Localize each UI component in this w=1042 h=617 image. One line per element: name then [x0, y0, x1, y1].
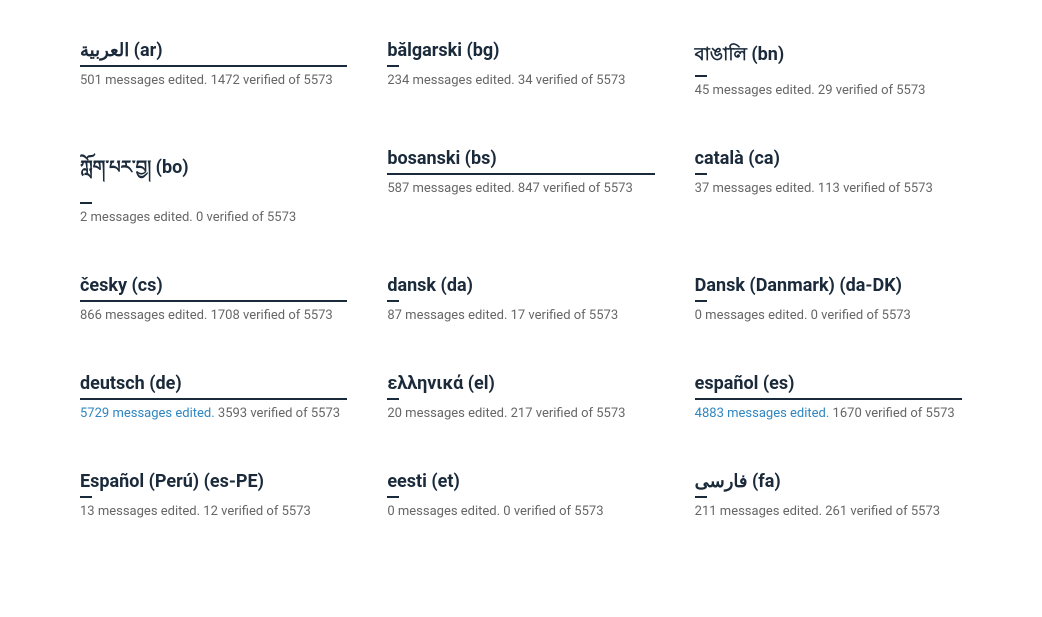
language-divider	[695, 496, 707, 498]
language-name: bălgarski (bg)	[387, 40, 654, 61]
language-item[interactable]: bosanski (bs) 587 messages edited. 847 ve…	[367, 128, 674, 255]
language-name: deutsch (de)	[80, 373, 347, 394]
language-stats: 20 messages edited. 217 verified of 5573	[387, 406, 654, 421]
language-item[interactable]: dansk (da) 87 messages edited. 17 verifie…	[367, 255, 674, 353]
language-item[interactable]: العربية (ar) 501 messages edited. 1472 ve…	[60, 20, 367, 128]
language-name: ελληνικά (el)	[387, 373, 654, 394]
language-stats: 2 messages edited. 0 verified of 5573	[80, 210, 347, 225]
language-item[interactable]: català (ca) 37 messages edited. 113 verif…	[675, 128, 982, 255]
language-divider	[387, 300, 399, 302]
language-name: català (ca)	[695, 148, 962, 169]
language-stats: 87 messages edited. 17 verified of 5573	[387, 308, 654, 323]
language-divider	[387, 496, 399, 498]
language-divider	[695, 173, 707, 175]
language-name: فارسی (fa)	[695, 471, 962, 492]
language-divider	[695, 300, 707, 302]
language-name: eesti (et)	[387, 471, 654, 492]
language-item[interactable]: česky (cs) 866 messages edited. 1708 veri…	[60, 255, 367, 353]
language-item[interactable]: Dansk (Danmark) (da-DK) 0 messages edited…	[675, 255, 982, 353]
language-name: dansk (da)	[387, 275, 654, 296]
language-divider	[80, 202, 92, 204]
language-stats: 501 messages edited. 1472 verified of 55…	[80, 73, 347, 88]
language-stats: 0 messages edited. 0 verified of 5573	[695, 308, 962, 323]
language-divider	[387, 173, 654, 175]
language-item[interactable]: فارسی (fa) 211 messages edited. 261 verif…	[675, 451, 982, 549]
language-stats: 5729 messages edited. 3593 verified of 5…	[80, 406, 347, 421]
language-item[interactable]: বাঙালি (bn) 45 messages edited. 29 verifi…	[675, 20, 982, 128]
language-divider	[80, 65, 347, 67]
language-divider	[695, 75, 707, 77]
language-stats: 37 messages edited. 113 verified of 5573	[695, 181, 962, 196]
language-stats: 234 messages edited. 34 verified of 5573	[387, 73, 654, 88]
language-stats: 0 messages edited. 0 verified of 5573	[387, 504, 654, 519]
language-stats: 587 messages edited. 847 verified of 557…	[387, 181, 654, 196]
language-name: বাঙালি (bn)	[695, 40, 962, 71]
language-item[interactable]: ཀློག་པར་བྱ། (bo) 2 messages edited. 0 ver…	[60, 128, 367, 255]
language-grid: العربية (ar) 501 messages edited. 1472 ve…	[0, 0, 1042, 569]
language-divider	[80, 300, 347, 302]
language-stats: 866 messages edited. 1708 verified of 55…	[80, 308, 347, 323]
language-stats: 4883 messages edited. 1670 verified of 5…	[695, 406, 962, 421]
language-name: česky (cs)	[80, 275, 347, 296]
language-name: ཀློག་པར་བྱ། (bo)	[80, 148, 347, 198]
language-item[interactable]: eesti (et) 0 messages edited. 0 verified …	[367, 451, 674, 549]
language-stats: 13 messages edited. 12 verified of 5573	[80, 504, 347, 519]
language-item[interactable]: ελληνικά (el) 20 messages edited. 217 ver…	[367, 353, 674, 451]
language-divider	[387, 398, 399, 400]
language-item[interactable]: español (es) 4883 messages edited. 1670 v…	[675, 353, 982, 451]
language-name: Español (Perú) (es-PE)	[80, 471, 347, 492]
language-stats: 45 messages edited. 29 verified of 5573	[695, 83, 962, 98]
language-divider	[80, 496, 92, 498]
language-item[interactable]: Español (Perú) (es-PE) 13 messages edited…	[60, 451, 367, 549]
language-item[interactable]: deutsch (de) 5729 messages edited. 3593 v…	[60, 353, 367, 451]
language-name: العربية (ar)	[80, 40, 347, 61]
language-name: bosanski (bs)	[387, 148, 654, 169]
language-divider	[80, 398, 347, 400]
language-divider	[695, 398, 962, 400]
language-stats: 211 messages edited. 261 verified of 557…	[695, 504, 962, 519]
language-name: español (es)	[695, 373, 962, 394]
language-divider	[387, 65, 399, 67]
language-item[interactable]: bălgarski (bg) 234 messages edited. 34 ve…	[367, 20, 674, 128]
language-name: Dansk (Danmark) (da-DK)	[695, 275, 962, 296]
